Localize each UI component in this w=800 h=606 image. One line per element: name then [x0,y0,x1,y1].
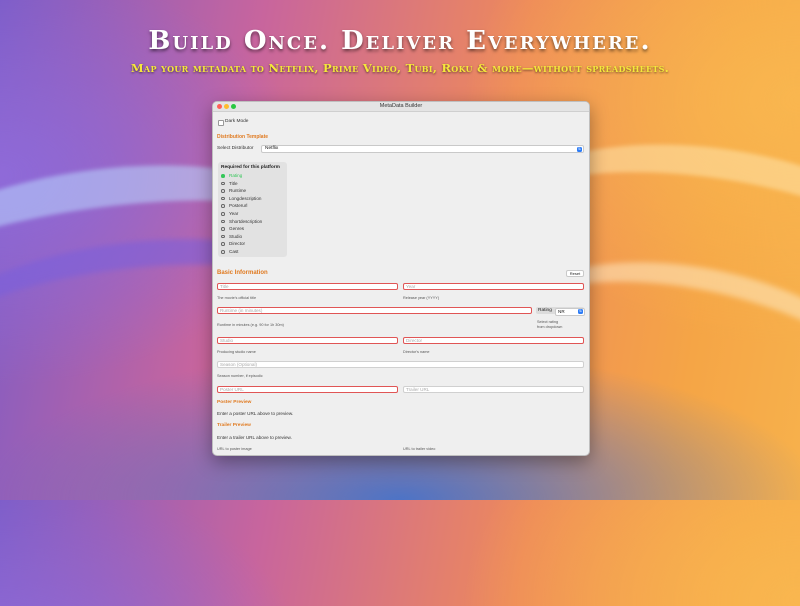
season-input[interactable]: Season (Optional) [217,361,584,368]
runtime-help: Runtime in minutes (e.g. 90 for 1h 30m) [217,323,284,327]
trailer-preview-message: Enter a trailer URL above to preview. [217,435,292,440]
poster-preview-title: Poster Preview [217,400,252,405]
required-item-label: Studio [229,233,243,239]
rating-control: Rating NR ⇅ [536,307,585,316]
poster-url-help: URL to poster image [217,447,252,451]
empty-circle-icon [221,189,225,193]
required-item-label: Year [229,211,239,216]
director-input[interactable]: Director [403,337,584,344]
trailer-preview-title: Trailer Preview [217,423,251,428]
distributor-select[interactable]: Netflix ⇅ [261,145,584,153]
required-item-label: Posterurl [229,203,248,209]
required-item-label: Rating [229,173,243,178]
empty-circle-icon [221,242,225,246]
required-item-label: Cast [229,249,239,254]
marketing-subheadline: Map your metadata to Netflix, Prime Vide… [130,61,670,75]
dark-mode-checkbox[interactable] [218,119,224,126]
required-item-label: Longdescription [229,195,262,201]
rating-help-line1: Select rating [537,320,559,324]
rating-label: Rating [538,307,552,313]
required-item-label: Director [229,241,246,247]
year-help: Release year (YYYY) [403,296,440,300]
required-item-label: Runtime [229,188,247,194]
runtime-input[interactable]: Runtime (in minutes) [217,307,532,314]
poster-preview-message: Enter a poster URL above to preview. [217,411,294,416]
empty-circle-icon [221,234,225,239]
trailer-url-input[interactable]: Trailer URL [403,386,584,393]
empty-circle-icon [221,181,225,186]
season-help: Season number, if episodic [217,374,263,378]
year-input[interactable]: Year [403,283,584,290]
rating-selected-value: NR [558,308,565,314]
dark-mode-label: Dark Mode [225,119,249,124]
required-item-label: Shortdescription [229,218,263,224]
studio-help: Producing studio name [217,350,256,354]
empty-circle-icon [221,227,225,231]
app-window: MetaData Builder Dark Mode Distribution … [212,101,590,456]
checkmark-circle-icon [221,174,225,178]
empty-circle-icon [221,219,225,224]
basic-information-title: Basic Information [217,270,268,276]
required-item-label: Genres [229,226,245,232]
title-help: The movie's official title [217,296,257,300]
empty-circle-icon [221,204,225,208]
trailer-url-help: URL to trailer video [403,447,436,451]
required-panel-title: Required for this platform [221,165,280,170]
window-title: MetaData Builder [379,103,423,109]
distributor-selected-value: Netflix [265,146,279,152]
chevron-updown-icon: ⇅ [578,309,583,314]
rating-select[interactable]: NR ⇅ [555,307,585,316]
required-fields-panel: Required for this platform Rating Title Ru… [218,162,287,257]
marketing-headline: Build Once. Deliver Everywhere. [148,26,652,56]
director-help: Director's name [403,350,430,354]
empty-circle-icon [221,196,225,201]
empty-circle-icon [221,250,225,254]
poster-url-input[interactable]: Poster URL [217,386,398,393]
studio-input[interactable]: Studio [217,337,398,344]
reset-button[interactable]: Reset [566,270,584,277]
title-input[interactable]: Title [217,283,398,290]
window-titlebar: MetaData Builder [213,102,589,112]
dark-mode-toggle[interactable]: Dark Mode [218,119,258,126]
empty-circle-icon [221,212,225,216]
distribution-template-title: Distribution Template [217,134,269,140]
select-distributor-label: Select Distributor [217,146,254,151]
rating-help-line2: from dropdown [537,325,563,329]
chevron-updown-icon: ⇅ [577,146,582,152]
required-item-label: Title [229,180,238,186]
